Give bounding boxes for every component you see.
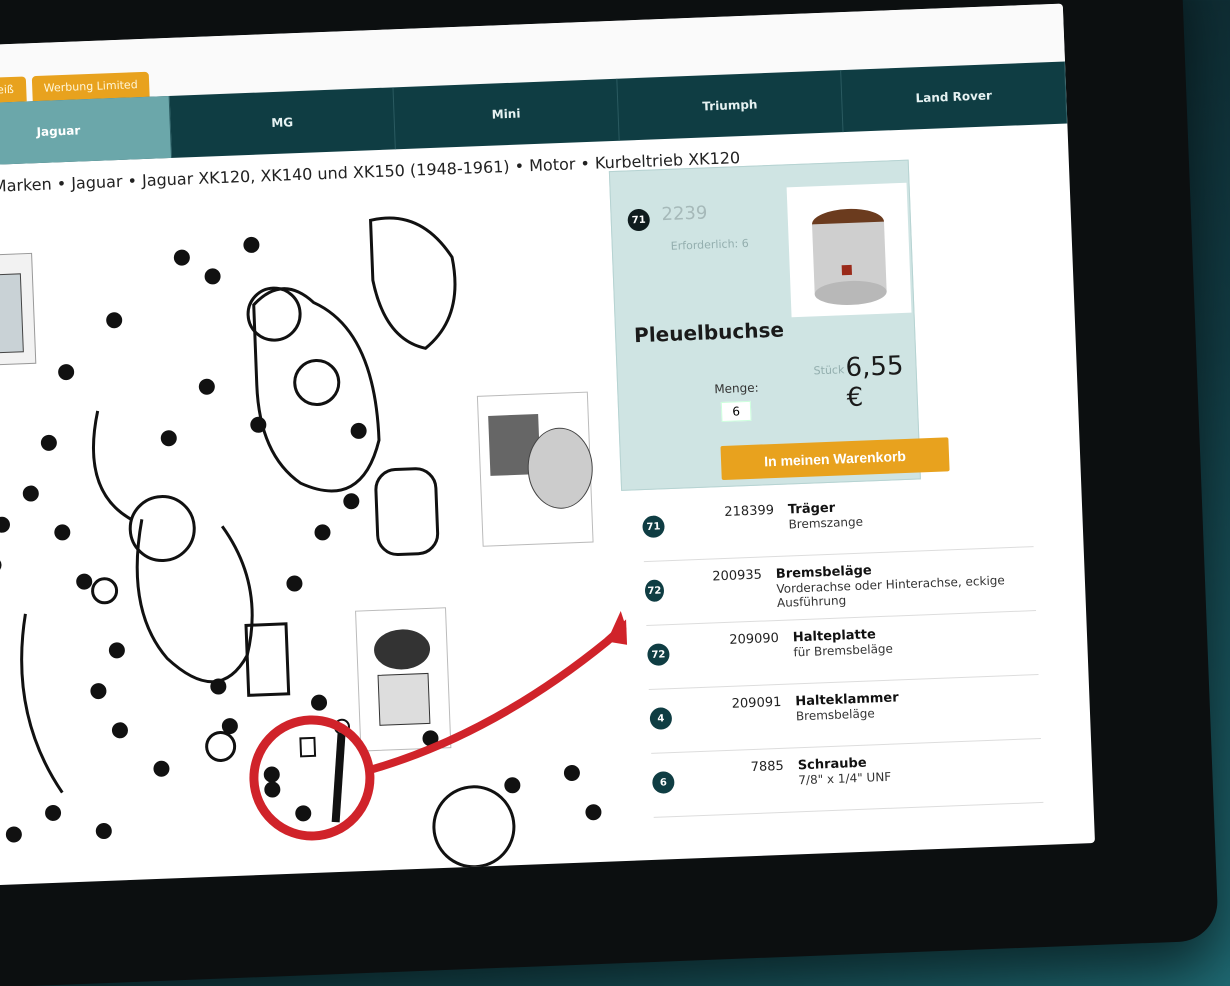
product-position-badge: 71 — [627, 208, 651, 232]
product-price: 6,55 € — [845, 350, 905, 414]
quantity-stepper[interactable]: 6 — [720, 400, 752, 422]
part-number: 218399 — [724, 503, 775, 520]
parts-list: 71 218399 Träger Bremszange 72 200935 Br… — [641, 483, 1044, 818]
tablet-screen: Verschleiß Werbung Limited Jaguar MG Min… — [0, 3, 1095, 886]
part-number: 7885 — [750, 758, 785, 776]
nav-mg[interactable]: MG — [169, 87, 396, 158]
nav-land-rover[interactable]: Land Rover — [841, 61, 1068, 133]
required-quantity: Erforderlich: 6 — [670, 236, 749, 253]
position-badge: 72 — [647, 643, 670, 666]
promo-tab-1[interactable]: Verschleiß — [0, 76, 27, 105]
part-description: Bremsbeläge — [795, 706, 876, 724]
product-detail-panel: 71 2239 Erforderlich: 6 Pleuelbuchse Men… — [608, 159, 950, 491]
part-description: Bremszange — [788, 514, 864, 532]
part-number: 209090 — [729, 630, 780, 648]
position-badge: 4 — [649, 707, 673, 730]
part-number: 200935 — [712, 567, 763, 585]
position-badge: 72 — [644, 579, 665, 603]
position-badge: 6 — [651, 771, 675, 794]
nav-jaguar[interactable]: Jaguar — [0, 95, 173, 167]
bushing-photo-icon — [786, 182, 912, 318]
unit-label: Stück — [813, 363, 845, 378]
nav-triumph[interactable]: Triumph — [617, 70, 844, 141]
quantity-label: Menge: — [714, 380, 759, 397]
part-description: für Bremsbeläge — [793, 641, 894, 660]
part-number: 209091 — [731, 694, 782, 712]
exploded-parts-diagram[interactable] — [0, 171, 636, 886]
part-description: 7/8" x 1/4" UNF — [798, 769, 892, 788]
timing-chain-drawing — [20, 216, 516, 869]
product-number: 2239 — [661, 202, 708, 226]
position-badge: 71 — [642, 515, 665, 539]
product-name: Pleuelbuchse — [633, 317, 785, 348]
list-item[interactable]: 6 7885 Schraube 7/8" x 1/4" UNF — [651, 738, 1044, 818]
add-to-cart-button[interactable]: In meinen Warenkorb — [720, 437, 950, 481]
tablet-frame: Verschleiß Werbung Limited Jaguar MG Min… — [0, 0, 1219, 986]
nav-mini[interactable]: Mini — [393, 78, 620, 150]
